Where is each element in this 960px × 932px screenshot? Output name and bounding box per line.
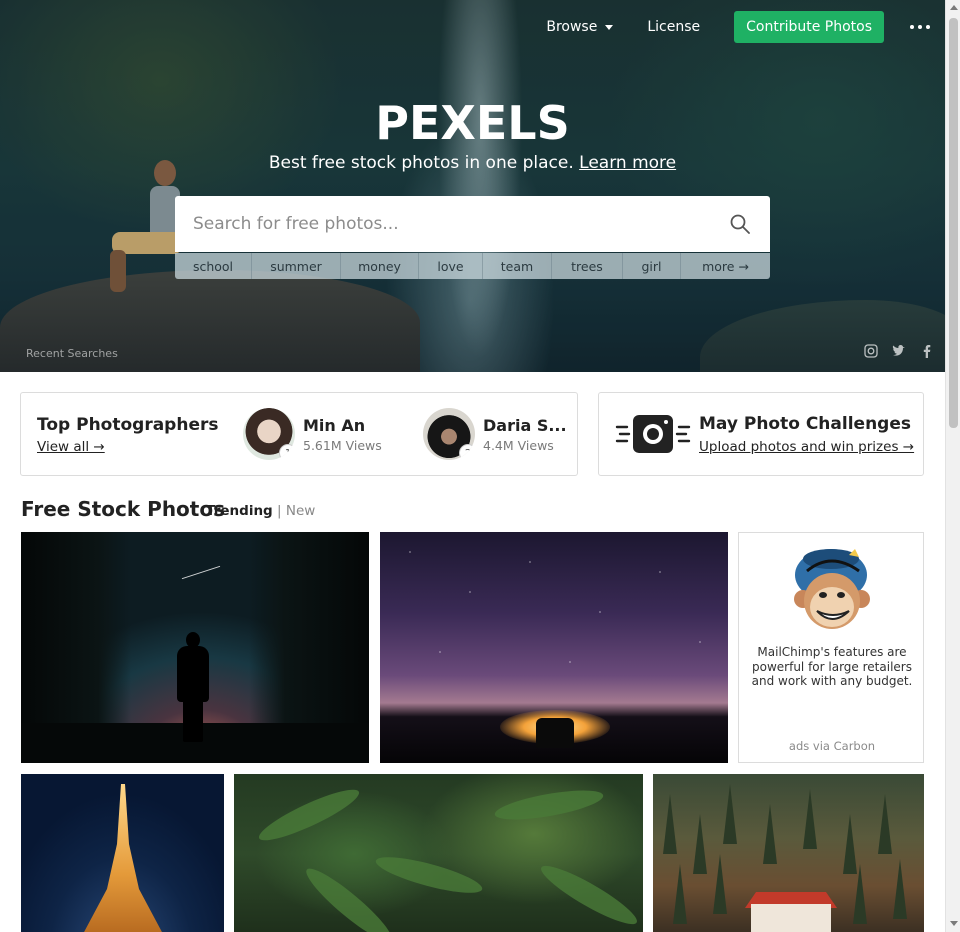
mailchimp-logo xyxy=(794,549,870,629)
twitter-icon[interactable] xyxy=(892,344,906,358)
page: Browse License Contribute Photos PEXELS … xyxy=(0,0,960,932)
tag-trees[interactable]: trees xyxy=(552,253,623,279)
page-scrollbar[interactable] xyxy=(945,0,960,932)
tag-team[interactable]: team xyxy=(483,253,552,279)
search-icon[interactable] xyxy=(730,214,750,234)
ads-via-carbon[interactable]: ads via Carbon xyxy=(739,739,925,753)
instagram-icon[interactable] xyxy=(864,344,878,358)
tag-money[interactable]: money xyxy=(341,253,419,279)
view-all-link[interactable]: View all → xyxy=(37,439,105,455)
hero-rock-right xyxy=(700,300,945,372)
pexels-logo[interactable]: PEXELS xyxy=(0,96,945,150)
top-nav: Browse License Contribute Photos xyxy=(546,11,930,43)
challenges-title[interactable]: May Photo Challenges xyxy=(699,414,911,434)
ad-text[interactable]: MailChimp's features are powerful for la… xyxy=(749,645,915,689)
feed-tabs: Trending | New xyxy=(206,503,315,519)
scroll-down-icon[interactable] xyxy=(950,921,958,926)
recent-searches-label[interactable]: Recent Searches xyxy=(26,347,118,360)
tab-trending[interactable]: Trending xyxy=(206,503,273,519)
social-links xyxy=(864,344,934,358)
top-photographers-title: Top Photographers xyxy=(37,415,219,435)
photo-night-sky-car[interactable] xyxy=(380,532,728,763)
tagline-text: Best free stock photos in one place. xyxy=(268,153,574,173)
avatar: 2 xyxy=(423,408,475,460)
camera-icon xyxy=(615,415,691,453)
learn-more-link[interactable]: Learn more xyxy=(579,153,676,173)
tag-more[interactable]: more → xyxy=(681,253,770,279)
tag-girl[interactable]: girl xyxy=(623,253,681,279)
scroll-up-icon[interactable] xyxy=(950,5,958,10)
search-bar xyxy=(175,196,770,252)
free-stock-photos-title: Free Stock Photos xyxy=(21,497,226,521)
tag-summer[interactable]: summer xyxy=(252,253,341,279)
search-tags: school summer money love team trees girl… xyxy=(175,253,770,279)
upload-photos-link[interactable]: Upload photos and win prizes → xyxy=(699,439,914,455)
license-link[interactable]: License xyxy=(647,19,700,35)
photographer-item[interactable]: 2 Daria S... 4.4M Views xyxy=(423,408,567,460)
photographer-views: 4.4M Views xyxy=(483,437,554,453)
tagline: Best free stock photos in one place. Lea… xyxy=(0,153,945,173)
scrollbar-thumb[interactable] xyxy=(949,18,958,428)
hero-banner xyxy=(0,0,945,372)
caret-down-icon xyxy=(605,24,614,30)
rank-badge: 1 xyxy=(279,444,295,460)
browse-label: Browse xyxy=(546,19,598,35)
photo-forest-house[interactable] xyxy=(653,774,924,932)
facebook-icon[interactable] xyxy=(920,344,934,358)
photo-eiffel-tower[interactable] xyxy=(21,774,224,932)
tab-separator: | xyxy=(277,503,282,519)
photographer-name: Min An xyxy=(303,415,366,435)
avatar: 1 xyxy=(243,408,295,460)
photo-man-forest[interactable] xyxy=(21,532,369,763)
photographer-name: Daria S... xyxy=(483,415,567,435)
photographer-views: 5.61M Views xyxy=(303,437,382,453)
contribute-photos-button[interactable]: Contribute Photos xyxy=(734,11,884,43)
tag-love[interactable]: love xyxy=(419,253,483,279)
photographer-item[interactable]: 1 Min An 5.61M Views xyxy=(243,408,382,460)
search-input[interactable] xyxy=(175,214,695,234)
rank-badge: 2 xyxy=(459,444,475,460)
more-dots-icon[interactable] xyxy=(910,25,930,29)
tab-new[interactable]: New xyxy=(286,503,315,519)
carbon-ad[interactable]: MailChimp's features are powerful for la… xyxy=(738,532,924,763)
tag-school[interactable]: school xyxy=(175,253,252,279)
photo-green-leaves[interactable] xyxy=(234,774,643,932)
top-photographers-card: Top Photographers View all → 1 Min An 5.… xyxy=(20,392,578,476)
photo-challenges-card: May Photo Challenges Upload photos and w… xyxy=(598,392,924,476)
browse-menu[interactable]: Browse xyxy=(546,19,614,35)
